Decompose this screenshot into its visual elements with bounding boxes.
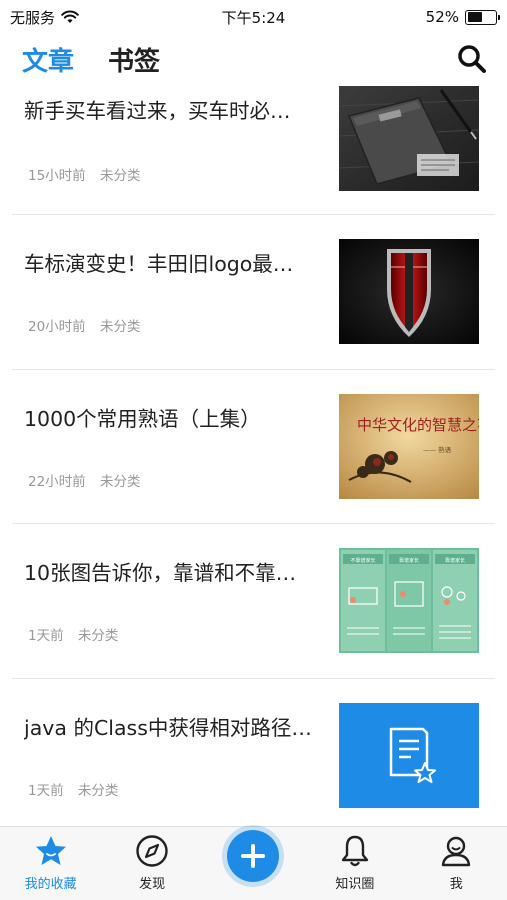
list-item[interactable]: java 的Class中获得相对路径… 1天前 未分类 — [12, 679, 495, 827]
list-item[interactable]: 新手买车看过来，买车时必… 15小时前 未分类 — [12, 84, 495, 215]
article-meta: 20小时前 未分类 — [28, 315, 140, 335]
status-left: 无服务 — [10, 7, 79, 28]
article-category: 未分类 — [77, 782, 119, 799]
list-item[interactable]: 1000个常用熟语（上集） 22小时前 未分类 中华文化的智慧之花 —— 熟语 — [12, 370, 495, 524]
status-bar: 无服务 下午5:24 52% — [0, 0, 507, 34]
chinese-culture-image: 中华文化的智慧之花 —— 熟语 — [339, 393, 479, 499]
notebook-image — [339, 86, 479, 191]
article-category: 未分类 — [99, 319, 141, 335]
user-icon — [442, 836, 471, 867]
nav-label: 发现 — [139, 877, 166, 892]
app-screen: 无服务 下午5:24 52% 文章 书签 新手买车看过来，买车时必… 15小时前… — [0, 0, 507, 900]
nav-label: 我的收藏 — [24, 877, 77, 892]
article-title: java 的Class中获得相对路径… — [24, 715, 312, 740]
car-logo-image — [339, 239, 479, 344]
battery-icon — [465, 9, 500, 25]
nav-label: 知识圈 — [335, 877, 375, 892]
nav-favorites[interactable]: 我的收藏 — [6, 833, 96, 892]
article-title: 10张图告诉你，靠谱和不靠… — [24, 561, 297, 585]
article-time: 1天前 — [28, 782, 64, 799]
document-star-icon — [339, 702, 479, 808]
infographic-col-1: 不靠谱家长 — [350, 557, 375, 564]
infographic-col-2: 靠谱家长 — [399, 557, 419, 564]
header: 文章 书签 — [0, 34, 507, 84]
infographic-image: 不靠谱家长 靠谱家长 靠谱家长 — [339, 548, 479, 653]
star-icon — [35, 836, 66, 865]
bell-icon — [341, 835, 369, 867]
article-category: 未分类 — [77, 628, 119, 644]
search-icon[interactable] — [455, 42, 489, 76]
wifi-icon — [61, 10, 79, 23]
article-title: 车标演变史！丰田旧logo最… — [24, 252, 294, 276]
article-title: 1000个常用熟语（上集） — [24, 406, 261, 431]
article-category: 未分类 — [99, 168, 141, 184]
bottom-nav: 我的收藏 发现 知识圈 我 — [0, 826, 507, 900]
article-time: 22小时前 — [28, 473, 86, 490]
article-time: 15小时前 — [28, 168, 86, 184]
plus-icon — [241, 844, 266, 868]
nav-discover[interactable]: 发现 — [107, 833, 197, 892]
article-category: 未分类 — [99, 473, 141, 490]
article-meta: 22小时前 未分类 — [28, 470, 140, 490]
infographic-col-3: 靠谱家长 — [445, 557, 465, 564]
article-time: 1天前 — [28, 628, 64, 644]
tab-articles[interactable]: 文章 — [22, 41, 74, 78]
article-meta: 1天前 未分类 — [28, 624, 118, 644]
list-item[interactable]: 10张图告诉你，靠谱和不靠… 1天前 未分类 不靠谱家长 靠谱家长 靠谱家长 — [12, 524, 495, 679]
nav-label: 我 — [449, 877, 463, 892]
article-time: 20小时前 — [28, 319, 86, 335]
thumb-title-text: 中华文化的智慧之花 — [357, 416, 479, 434]
article-list: 新手买车看过来，买车时必… 15小时前 未分类 车标演变史！丰田旧logo最… … — [0, 84, 507, 826]
nav-me[interactable]: 我 — [411, 833, 501, 892]
list-item[interactable]: 车标演变史！丰田旧logo最… 20小时前 未分类 — [12, 215, 495, 370]
tab-bookmarks[interactable]: 书签 — [108, 41, 160, 78]
carrier-label: 无服务 — [10, 8, 56, 27]
battery-level — [467, 12, 482, 22]
nav-knowledge-circle[interactable]: 知识圈 — [310, 833, 400, 892]
article-title: 新手买车看过来，买车时必… — [24, 99, 291, 123]
article-meta: 1天前 未分类 — [28, 779, 118, 799]
nav-add[interactable] — [208, 830, 298, 892]
thumb-subtitle-text: —— 熟语 — [423, 445, 452, 454]
add-button[interactable] — [227, 830, 280, 882]
compass-icon — [136, 835, 168, 867]
article-meta: 15小时前 未分类 — [28, 164, 140, 184]
battery-percent: 52% — [425, 8, 459, 26]
status-right: 52% — [425, 8, 500, 26]
